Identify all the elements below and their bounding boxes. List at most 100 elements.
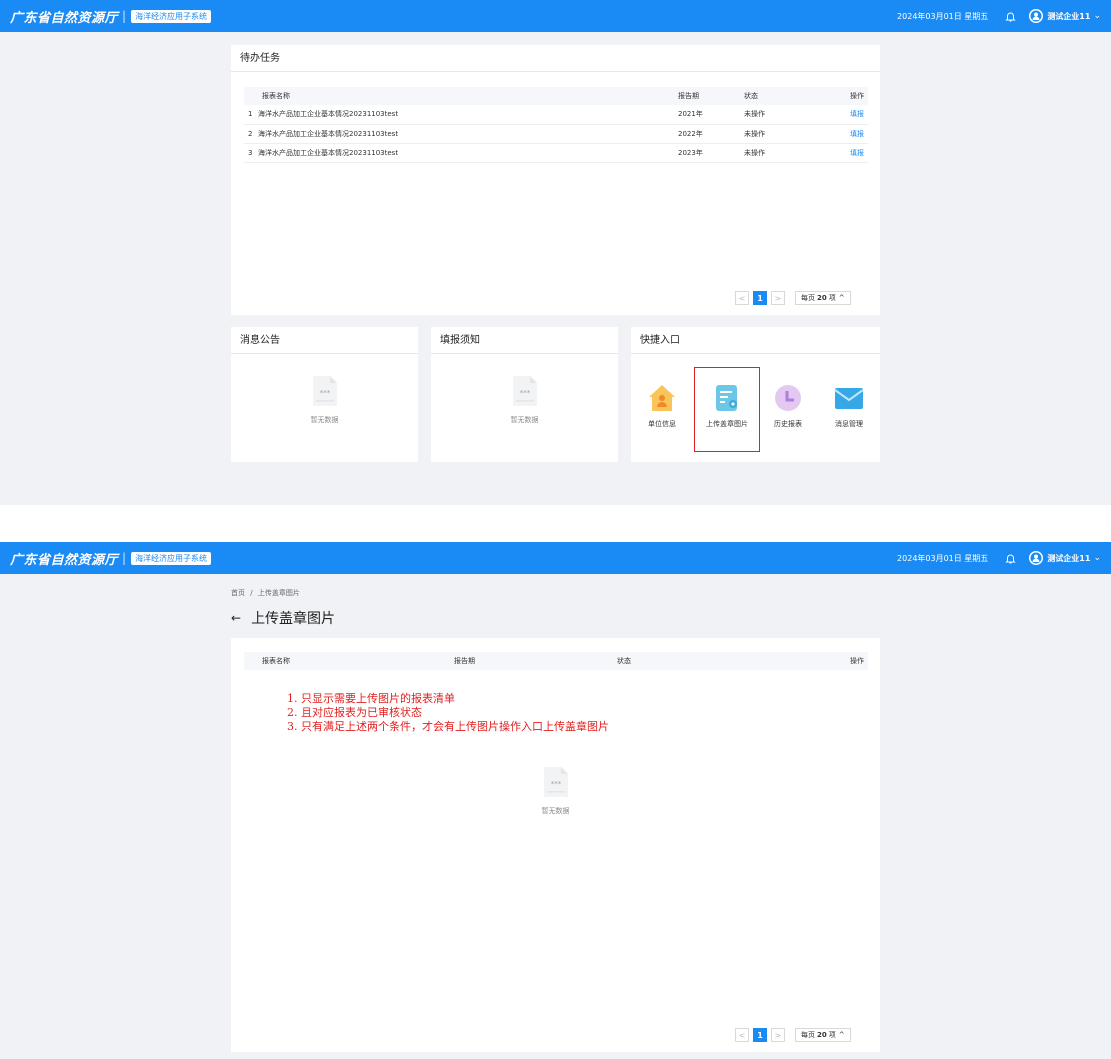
page-1-button[interactable]: 1 (753, 1028, 767, 1042)
page-size-prefix: 每页 (801, 294, 815, 302)
breadcrumb: 首页 / 上传盖章图片 (231, 588, 300, 598)
report-name: 海洋水产品加工企业基本情况20231103test (258, 129, 399, 138)
page-title-text: 上传盖章图片 (251, 611, 336, 627)
row-index: 2 (248, 129, 253, 138)
top-bar: 广东省自然资源厅 | 海洋经济应用子系统 2024年03月01日 星期五 测试企… (0, 0, 1111, 32)
quick-item-label: 上传盖章图片 (706, 420, 748, 428)
quick-item-history-reports[interactable]: 历史报表 (760, 383, 816, 429)
prev-page-button[interactable]: < (735, 291, 749, 305)
report-status: 未操作 (740, 124, 826, 144)
column-header-action: 操作 (793, 652, 868, 670)
prev-page-button[interactable]: < (735, 1028, 749, 1042)
pending-tasks-title: 待办任务 (231, 45, 880, 72)
back-arrow-icon[interactable]: ← (231, 611, 241, 625)
svg-text:***: *** (519, 389, 530, 397)
chevron-down-icon[interactable]: ⌄ (1093, 11, 1101, 21)
brand-title: 广东省自然资源厅 (10, 552, 119, 568)
report-name: 海洋水产品加工企业基本情况20231103test (258, 110, 399, 119)
page-size-select[interactable]: 每页 20 项 ^ (795, 1028, 851, 1042)
page-title: ← 上传盖章图片 (231, 608, 335, 628)
pagination: < 1 > 每页 20 项 ^ (735, 1028, 851, 1042)
avatar[interactable] (1029, 9, 1044, 23)
document-upload-icon (712, 383, 742, 413)
top-bar-right: 2024年03月01日 星期五 测试企业11 ⌄ (897, 9, 1101, 23)
report-list-card: 报表名称 报告期 状态 操作 1. 只显示需要上传图片的报表清单 2. 且对应报… (231, 638, 880, 1052)
breadcrumb-separator: / (250, 589, 253, 597)
user-name[interactable]: 测试企业11 (1047, 11, 1090, 22)
column-header-status: 状态 (613, 652, 793, 670)
svg-text:***: *** (319, 389, 330, 397)
page-size-select[interactable]: 每页 20 项 ^ (795, 291, 851, 305)
annotation-note: 1. 只显示需要上传图片的报表清单 (287, 692, 455, 705)
row-index: 1 (248, 110, 253, 119)
page-1-button[interactable]: 1 (753, 291, 767, 305)
next-page-button[interactable]: > (771, 1028, 785, 1042)
quick-item-unit-info[interactable]: 单位信息 (634, 383, 690, 429)
bell-icon[interactable] (1004, 10, 1017, 23)
date-label: 2024年03月01日 星期五 (897, 11, 989, 21)
empty-text: 暂无数据 (510, 416, 539, 424)
page-size-prefix: 每页 (801, 1031, 815, 1039)
upload-report-table: 报表名称 报告期 状态 操作 (244, 652, 868, 670)
empty-state: *** 暂无数据 (431, 375, 618, 425)
empty-text: 暂无数据 (541, 807, 570, 815)
system-badge: 海洋经济应用子系统 (131, 551, 212, 565)
empty-text: 暂无数据 (310, 416, 339, 424)
next-page-button[interactable]: > (771, 291, 785, 305)
empty-state: *** 暂无数据 (231, 766, 880, 816)
dashboard-screen: 广东省自然资源厅 | 海洋经济应用子系统 2024年03月01日 星期五 测试企… (0, 0, 1111, 505)
breadcrumb-home[interactable]: 首页 (231, 589, 245, 597)
breadcrumb-current: 上传盖章图片 (257, 589, 300, 597)
chevron-up-icon: ^ (838, 1031, 845, 1039)
empty-document-icon: *** (543, 766, 569, 798)
table-header-row: 报表名称 报告期 状态 操作 (244, 652, 868, 670)
quick-item-label: 历史报表 (774, 420, 802, 428)
report-period: 2021年 (674, 105, 740, 125)
brand-separator: | (122, 9, 127, 23)
table-row: 1 海洋水产品加工企业基本情况20231103test 2021年 未操作 填报 (244, 105, 868, 125)
fill-report-link[interactable]: 填报 (850, 110, 864, 118)
chevron-down-icon[interactable]: ⌄ (1093, 553, 1101, 563)
report-period: 2022年 (674, 124, 740, 144)
annotation-notes: 1. 只显示需要上传图片的报表清单 2. 且对应报表为已审核状态 3. 只有满足… (287, 692, 609, 734)
bell-icon[interactable] (1004, 552, 1017, 565)
quick-entry-title: 快捷入口 (631, 327, 880, 354)
column-header-name: 报表名称 (244, 652, 450, 670)
quick-item-upload-seal[interactable]: 上传盖章图片 (699, 383, 755, 429)
chevron-up-icon: ^ (838, 294, 845, 302)
user-name[interactable]: 测试企业11 (1047, 553, 1090, 564)
fill-report-link[interactable]: 填报 (850, 149, 864, 157)
brand-title: 广东省自然资源厅 (10, 10, 119, 26)
quick-item-label: 单位信息 (648, 420, 676, 428)
column-header-period: 报告期 (450, 652, 613, 670)
table-row: 3 海洋水产品加工企业基本情况20231103test 2023年 未操作 填报 (244, 143, 868, 163)
empty-document-icon: *** (512, 375, 538, 407)
instructions-card: 填报须知 *** 暂无数据 (431, 327, 618, 462)
column-header-action: 操作 (826, 87, 868, 105)
quick-entry-card: 快捷入口 单位信息 上传盖章图片 历史报表 消息管理 (631, 327, 880, 462)
top-bar-right: 2024年03月01日 星期五 测试企业11 ⌄ (897, 551, 1101, 565)
notices-card: 消息公告 *** 暂无数据 (231, 327, 418, 462)
date-label: 2024年03月01日 星期五 (897, 553, 989, 563)
fill-report-link[interactable]: 填报 (850, 130, 864, 138)
quick-item-label: 消息管理 (835, 420, 863, 428)
page-size-value: 20 (817, 1031, 827, 1039)
brand-separator: | (122, 551, 127, 565)
system-badge: 海洋经济应用子系统 (131, 9, 212, 23)
column-header-name: 报表名称 (244, 87, 674, 105)
upload-seal-screen: 广东省自然资源厅 | 海洋经济应用子系统 2024年03月01日 星期五 测试企… (0, 542, 1111, 1059)
pending-tasks-card: 待办任务 报表名称 报告期 状态 操作 1 海洋水产品加工企业基本情况202311… (231, 45, 880, 315)
page-size-suffix: 项 (828, 294, 836, 302)
table-header-row: 报表名称 报告期 状态 操作 (244, 87, 868, 105)
pending-tasks-table: 报表名称 报告期 状态 操作 1 海洋水产品加工企业基本情况20231103tes… (244, 87, 868, 163)
clock-icon (773, 383, 803, 413)
annotation-note: 2. 且对应报表为已审核状态 (287, 706, 422, 719)
notices-title: 消息公告 (231, 327, 418, 354)
quick-item-message-management[interactable]: 消息管理 (821, 383, 877, 429)
envelope-icon (834, 383, 864, 413)
page-size-suffix: 项 (828, 1031, 836, 1039)
top-bar: 广东省自然资源厅 | 海洋经济应用子系统 2024年03月01日 星期五 测试企… (0, 542, 1111, 574)
empty-state: *** 暂无数据 (231, 375, 418, 425)
avatar[interactable] (1029, 551, 1044, 565)
report-period: 2023年 (674, 143, 740, 163)
